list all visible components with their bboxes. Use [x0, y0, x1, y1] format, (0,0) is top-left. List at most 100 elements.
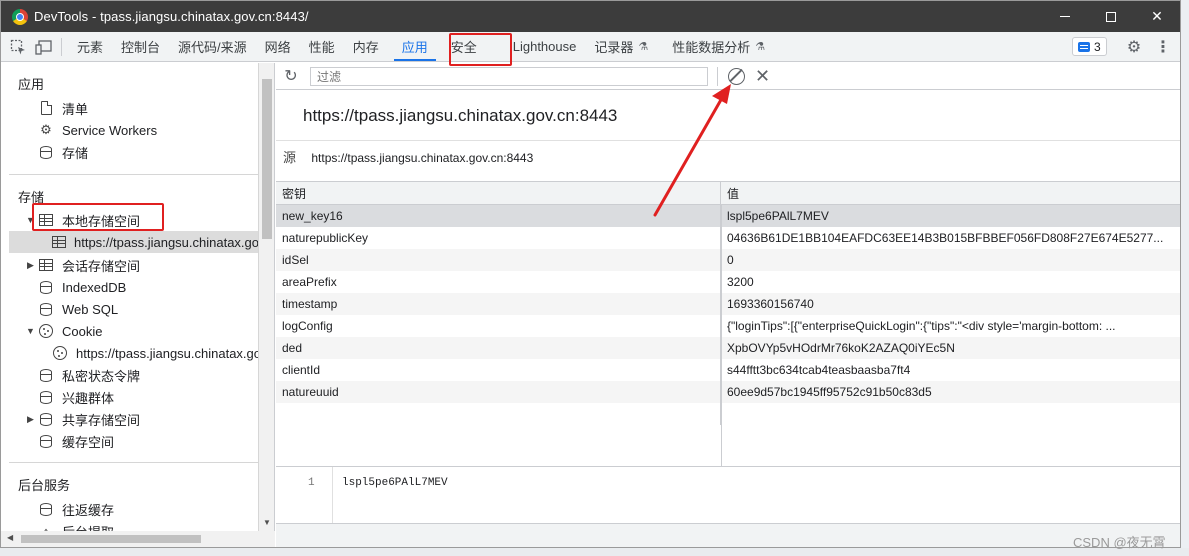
filter-input[interactable]: [310, 67, 708, 86]
row-value-text: lspl5pe6PAlL7MEV: [727, 209, 829, 223]
sidebar-item-cache-storage[interactable]: 缓存空间: [38, 430, 114, 452]
background-bottom-edge: [0, 548, 1189, 556]
delete-selected-icon[interactable]: ✕: [755, 66, 770, 87]
cookie-icon: [52, 345, 68, 361]
sidebar-item-private-state-tokens[interactable]: 私密状态令牌: [38, 364, 140, 386]
tab-recorder-label: 记录器: [594, 40, 634, 55]
table-row[interactable]: naturepublicKey 04636B61DE1BB104EAFDC63E…: [276, 227, 1180, 249]
scrollbar-thumb[interactable]: [262, 79, 272, 239]
issues-count: 3: [1094, 39, 1101, 54]
more-options-icon[interactable]: ⋮: [1153, 32, 1173, 62]
row-key[interactable]: new_key16: [276, 205, 721, 227]
cookie-icon: [38, 323, 54, 339]
column-header-key[interactable]: 密钥: [276, 182, 721, 204]
issues-badge[interactable]: 3: [1072, 37, 1107, 56]
row-value[interactable]: 1693360156740: [721, 293, 1180, 315]
scroll-down-icon[interactable]: ▼: [263, 518, 271, 527]
table-row[interactable]: logConfig {"loginTips":[{"enterpriseQuic…: [276, 315, 1180, 337]
expand-right-icon[interactable]: ▶: [27, 414, 34, 425]
sidebar-item-cookie-origin-label: https://tpass.jiangsu.chinatax.gov.cn:84…: [76, 345, 258, 361]
sidebar-item-shared-storage[interactable]: 共享存储空间: [38, 408, 140, 430]
sidebar-section-application: 应用: [18, 77, 45, 92]
sidebar-item-bfcache-label: 往返缓存: [62, 502, 115, 518]
document-icon: [38, 100, 54, 116]
table-row[interactable]: ded XpbOVYp5vHOdrMr76koK2AZAQ0iYEc5N: [276, 337, 1180, 359]
column-header-value[interactable]: 值: [721, 182, 1180, 204]
tab-console[interactable]: 控制台: [112, 32, 169, 62]
tab-network[interactable]: 网络: [256, 32, 300, 62]
sidebar-section-background-services: 后台服务: [18, 478, 71, 493]
toolbar-divider: [717, 67, 718, 86]
sidebar-item-manifest-label: 清单: [62, 101, 89, 117]
table-row[interactable]: areaPrefix 3200: [276, 271, 1180, 293]
sidebar-item-storage-overview-label: 存储: [62, 145, 89, 161]
tab-sources[interactable]: 源代码/来源: [169, 32, 256, 62]
clear-all-icon[interactable]: [728, 68, 745, 85]
table-row[interactable]: timestamp 1693360156740: [276, 293, 1180, 315]
tab-recorder[interactable]: 记录器 ⚗: [585, 32, 657, 62]
sidebar-item-service-workers[interactable]: ⚙ Service Workers: [38, 119, 157, 141]
sidebar-horizontal-scrollbar[interactable]: ◀: [1, 531, 275, 547]
device-toolbar-icon[interactable]: [31, 32, 57, 62]
application-sidebar: 应用 清单 ⚙ Service Workers 存储 存储 ▼ 本地存储空间 h…: [1, 63, 259, 547]
row-value[interactable]: 3200: [721, 271, 1180, 293]
row-value[interactable]: lspl5pe6PAlL7MEV: [721, 205, 1180, 227]
row-value[interactable]: XpbOVYp5vHOdrMr76koK2AZAQ0iYEc5N: [721, 337, 1180, 359]
maximize-button[interactable]: [1088, 1, 1134, 32]
sidebar-item-session-storage[interactable]: 会话存储空间: [38, 254, 140, 276]
close-button[interactable]: ✕: [1134, 1, 1180, 32]
row-key[interactable]: natureuuid: [276, 381, 721, 403]
sidebar-divider: [9, 462, 258, 463]
expand-right-icon[interactable]: ▶: [27, 260, 34, 271]
sidebar-item-storage-overview[interactable]: 存储: [38, 141, 88, 163]
database-icon: [38, 301, 54, 317]
row-value[interactable]: {"loginTips":[{"enterpriseQuickLogin":{"…: [721, 315, 1180, 337]
row-key[interactable]: naturepublicKey: [276, 227, 721, 249]
row-key[interactable]: logConfig: [276, 315, 721, 337]
row-key[interactable]: idSel: [276, 249, 721, 271]
settings-gear-icon[interactable]: ⚙: [1123, 32, 1145, 62]
table-row[interactable]: natureuuid 60ee9d57bc1945ff95752c91b50c8…: [276, 381, 1180, 403]
row-key[interactable]: timestamp: [276, 293, 721, 315]
sidebar-item-bfcache[interactable]: 往返缓存: [38, 498, 114, 520]
row-value-text: 1693360156740: [727, 297, 814, 311]
sidebar-item-websql[interactable]: Web SQL: [38, 298, 118, 320]
row-value[interactable]: s44fftt3bc634tcab4teasbaasba7ft4: [721, 359, 1180, 381]
sidebar-item-interest-groups[interactable]: 兴趣群体: [38, 386, 114, 408]
annotation-box-local-storage: [32, 203, 164, 231]
row-key[interactable]: areaPrefix: [276, 271, 721, 293]
inspect-element-icon[interactable]: [5, 32, 31, 62]
tab-performance-insights[interactable]: 性能数据分析 ⚗: [663, 32, 774, 62]
table-row[interactable]: idSel 0: [276, 249, 1180, 271]
sidebar-item-cookie-origin[interactable]: https://tpass.jiangsu.chinatax.gov.cn:84…: [52, 342, 258, 364]
tab-performance[interactable]: 性能: [300, 32, 344, 62]
tab-memory[interactable]: 内存: [344, 32, 388, 62]
tab-elements[interactable]: 元素: [68, 32, 112, 62]
scroll-left-icon[interactable]: ◀: [7, 533, 13, 542]
row-value[interactable]: 60ee9d57bc1945ff95752c91b50c83d5: [721, 381, 1180, 403]
preview-text[interactable]: lspl5pe6PAlL7MEV: [342, 477, 448, 489]
row-key[interactable]: ded: [276, 337, 721, 359]
row-key[interactable]: clientId: [276, 359, 721, 381]
row-value[interactable]: 04636B61DE1BB104EAFDC63EE14B3B015BFBBEF0…: [721, 227, 1180, 249]
row-value-text: 3200: [727, 275, 754, 289]
minimize-button[interactable]: [1042, 1, 1088, 32]
row-value[interactable]: 0: [721, 249, 1180, 271]
expand-down-icon[interactable]: ▼: [26, 326, 35, 336]
sidebar-item-indexeddb[interactable]: IndexedDB: [38, 276, 126, 298]
sidebar-item-local-storage-origin[interactable]: https://tpass.jiangsu.chinatax.gov.cn:84…: [9, 231, 258, 253]
sidebar-vertical-scrollbar[interactable]: ▼: [259, 63, 275, 547]
tab-lighthouse[interactable]: Lighthouse: [504, 32, 586, 62]
sidebar-item-cookie[interactable]: Cookie: [38, 320, 102, 342]
scrollbar-thumb[interactable]: [21, 535, 201, 543]
tab-application[interactable]: 应用: [388, 32, 442, 62]
database-icon: [38, 389, 54, 405]
sidebar-item-websql-label: Web SQL: [62, 301, 119, 317]
table-row[interactable]: new_key16 lspl5pe6PAlL7MEV: [276, 205, 1180, 227]
refresh-icon[interactable]: ↻: [276, 63, 306, 90]
table-row[interactable]: clientId s44fftt3bc634tcab4teasbaasba7ft…: [276, 359, 1180, 381]
sidebar-item-manifest[interactable]: 清单: [38, 97, 88, 119]
gears-icon: ⚙: [40, 122, 52, 137]
origin-value: https://tpass.jiangsu.chinatax.gov.cn:84…: [311, 151, 534, 165]
table-icon: [52, 234, 66, 250]
